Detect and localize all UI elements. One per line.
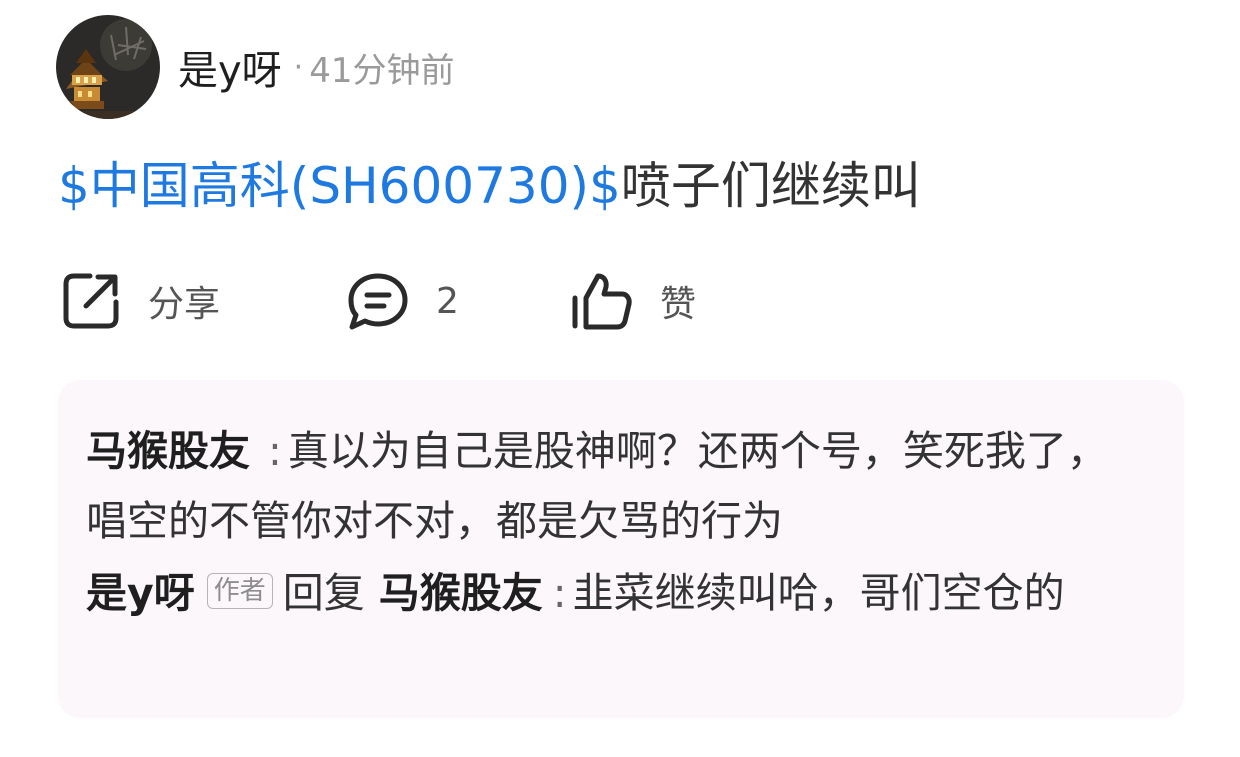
share-label: 分享 (148, 284, 221, 325)
share-icon (63, 273, 119, 329)
username[interactable]: 是y呀 (178, 38, 282, 96)
comment-author[interactable]: 马猴股友 (86, 427, 250, 475)
thumbs-up-icon (572, 273, 632, 330)
comment-button[interactable]: 2 (346, 266, 459, 336)
comments-preview[interactable]: 马猴股友: 真以为自己是股神啊？还两个号，笑死我了，唱空的不管你对不对，都是欠骂的… (58, 380, 1184, 718)
reply-colon: : (552, 569, 567, 617)
action-bar: 分享 2 赞 (58, 266, 758, 336)
post-card: 是y呀 · 41分钟前 $中国高科(SH600730)$喷子们继续叫 分享 2 (0, 0, 1240, 757)
like-button[interactable]: 赞 (570, 266, 696, 336)
comment-colon: : (268, 427, 282, 475)
reply-to-user[interactable]: 马猴股友 (379, 569, 543, 617)
post-header: 是y呀 · 41分钟前 (56, 14, 454, 120)
reply-word: 回复 (282, 569, 365, 617)
reply-text: 韭菜继续叫哈，哥们空仓的 (572, 569, 1065, 617)
avatar[interactable] (56, 15, 160, 119)
author-badge: 作者 (206, 573, 273, 609)
post-content: $中国高科(SH600730)$喷子们继续叫 (58, 154, 921, 218)
stock-link[interactable]: $中国高科(SH600730)$ (58, 157, 621, 215)
post-text: 喷子们继续叫 (620, 157, 921, 215)
like-label: 赞 (660, 284, 697, 325)
post-time: 41分钟前 (309, 50, 455, 91)
avatar-image (56, 15, 160, 119)
reply-author[interactable]: 是y呀 (86, 569, 195, 617)
comment-bubble-icon (348, 273, 408, 330)
comment-item[interactable]: 马猴股友: 真以为自己是股神啊？还两个号，笑死我了，唱空的不管你对不对，都是欠骂的… (86, 416, 1136, 556)
share-button[interactable]: 分享 (60, 266, 220, 336)
comment-count: 2 (436, 280, 459, 322)
reply-item[interactable]: 是y呀 作者 回复 马猴股友: 韭菜继续叫哈，哥们空仓的 (86, 558, 1136, 628)
separator-dot: · (293, 49, 304, 85)
